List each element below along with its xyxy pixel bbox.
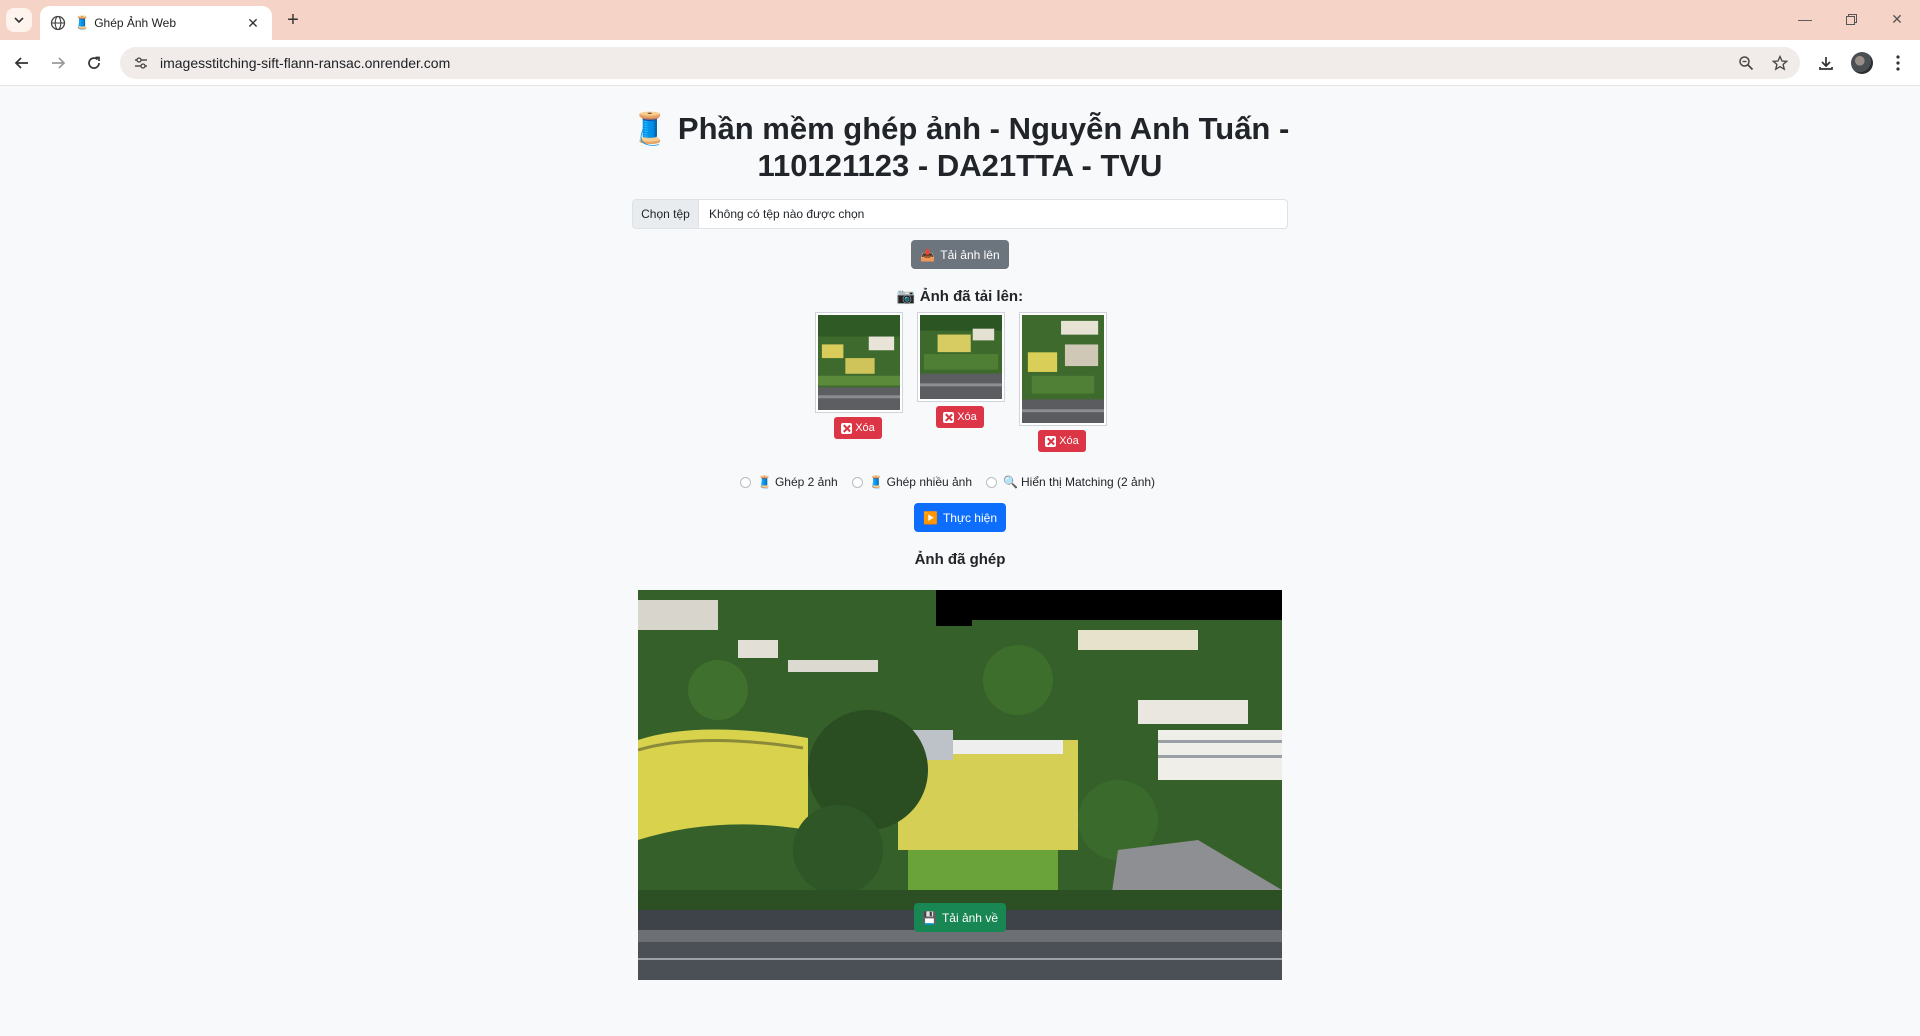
tab-favicon: 🧵	[74, 15, 91, 30]
save-icon: 💾	[922, 910, 937, 925]
minimize-window-icon[interactable]: —	[1790, 8, 1820, 30]
play-icon: ▶️	[922, 510, 938, 525]
close-icon	[841, 422, 853, 434]
chevron-down-icon	[14, 17, 24, 24]
more-vertical-icon	[1896, 55, 1900, 71]
file-input[interactable]: Chọn tệp Không có tệp nào được chọn	[632, 199, 1288, 229]
uploaded-image-1-preview	[818, 315, 900, 410]
run-button[interactable]: ▶️ Thực hiện	[914, 503, 1006, 532]
url-text[interactable]: imagesstitching-sift-flann-ransac.onrend…	[160, 55, 1732, 71]
upload-button[interactable]: 📤 Tải ảnh lên	[911, 240, 1009, 269]
mode-radio-group: 🧵 Ghép 2 ảnh 🧵 Ghép nhiều ảnh 🔍 Hiển thị…	[740, 473, 1169, 491]
restore-window-icon[interactable]	[1836, 8, 1866, 30]
radio-button[interactable]	[986, 476, 998, 488]
close-icon	[943, 411, 955, 423]
mode-stitch-2[interactable]: 🧵 Ghép 2 ảnh	[740, 475, 838, 489]
new-tab-button[interactable]: +	[282, 9, 304, 31]
download-icon	[1819, 57, 1833, 70]
uploaded-image-1	[815, 312, 903, 413]
close-tab-icon[interactable]: ✕	[244, 14, 262, 32]
bookmark-star-icon[interactable]	[1766, 49, 1794, 77]
delete-label: Xóa	[957, 411, 977, 423]
close-icon	[1045, 435, 1057, 447]
globe-icon	[50, 15, 66, 31]
upload-button-label: Tải ảnh lên	[940, 247, 1000, 262]
page-body: 🧵 Phần mềm ghép ảnh - Nguyễn Anh Tuấn - …	[0, 86, 1920, 1036]
radio-button[interactable]	[740, 476, 751, 488]
run-button-label: Thực hiện	[942, 510, 997, 525]
uploaded-image-3	[1019, 312, 1107, 426]
uploaded-image-2	[917, 312, 1005, 402]
thread-icon: 🧵	[757, 475, 772, 489]
uploaded-images-heading: 📷 Ảnh đã tải lên:	[896, 288, 1024, 305]
delete-label: Xóa	[1059, 435, 1079, 447]
choose-file-button[interactable]: Chọn tệp	[633, 200, 699, 228]
zoom-icon[interactable]	[1732, 49, 1760, 77]
upload-icon: 📤	[920, 247, 936, 262]
close-window-icon[interactable]: ✕	[1882, 8, 1912, 30]
address-bar[interactable]: imagesstitching-sift-flann-ransac.onrend…	[120, 47, 1800, 79]
browser-tab[interactable]: 🧵 Ghép Ảnh Web ✕	[40, 6, 272, 40]
delete-image-1-button[interactable]: Xóa	[834, 417, 882, 439]
page-title-line-1: 🧵 Phần mềm ghép ảnh - Nguyễn Anh Tuấn -	[630, 111, 1290, 146]
radio-button[interactable]	[851, 476, 863, 488]
arrow-left-icon	[14, 57, 28, 69]
download-button[interactable]: 💾 Tải ảnh về	[914, 903, 1006, 932]
site-info-icon[interactable]	[132, 54, 150, 72]
mode-stitch-multi[interactable]: 🧵 Ghép nhiều ảnh	[851, 475, 973, 489]
reload-icon	[88, 56, 100, 69]
result-heading: Ảnh đã ghép	[914, 551, 1006, 568]
forward-button[interactable]	[44, 49, 72, 77]
page-title-line-2: 110121123 - DA21TTA - TVU	[757, 148, 1163, 183]
page-title: 🧵 Phần mềm ghép ảnh - Nguyễn Anh Tuấn - …	[560, 110, 1360, 184]
profile-button[interactable]	[1848, 49, 1876, 77]
browser-toolbar: imagesstitching-sift-flann-ransac.onrend…	[0, 40, 1920, 86]
avatar	[1851, 52, 1873, 74]
reload-button[interactable]	[80, 49, 108, 77]
mode-label: Hiển thị Matching (2 ảnh)	[1020, 475, 1156, 489]
download-button-label: Tải ảnh về	[941, 910, 998, 925]
file-input-status: Không có tệp nào được chọn	[709, 207, 865, 221]
browser-menu-button[interactable]	[1884, 49, 1912, 77]
mode-label: Ghép 2 ảnh	[774, 475, 838, 489]
arrow-right-icon	[52, 57, 66, 69]
magnifier-icon: 🔍	[1003, 475, 1018, 489]
uploaded-image-2-preview	[920, 315, 1002, 399]
downloads-button[interactable]	[1812, 49, 1840, 77]
browser-tab-bar: 🧵 Ghép Ảnh Web ✕ + — ✕	[0, 0, 1920, 40]
mode-label: Ghép nhiều ảnh	[886, 475, 973, 489]
uploaded-image-3-preview	[1022, 315, 1104, 423]
delete-label: Xóa	[855, 422, 875, 434]
mode-show-matching[interactable]: 🔍 Hiển thị Matching (2 ảnh)	[986, 475, 1155, 489]
tab-search-button[interactable]	[6, 8, 32, 32]
thread-icon: 🧵	[868, 475, 884, 489]
tab-title: Ghép Ảnh Web	[94, 16, 177, 30]
delete-image-2-button[interactable]: Xóa	[936, 406, 984, 428]
back-button[interactable]	[8, 49, 36, 77]
delete-image-3-button[interactable]: Xóa	[1038, 430, 1086, 452]
